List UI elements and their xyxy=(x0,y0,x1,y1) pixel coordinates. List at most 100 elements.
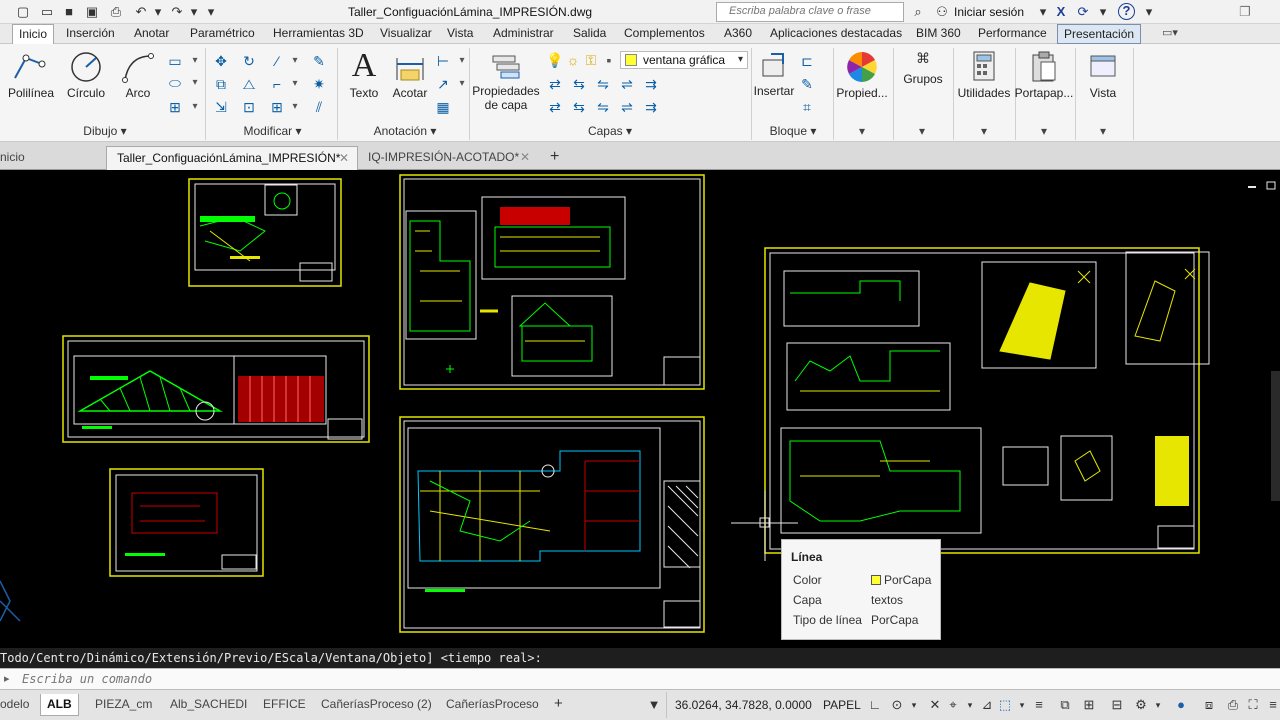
close-tab-icon[interactable]: ✕ xyxy=(339,147,349,169)
layout-tab-effice[interactable]: EFFICE xyxy=(257,694,312,716)
polilinea-button[interactable]: Polilínea xyxy=(6,50,56,100)
connect-dropdown-icon[interactable]: ▾ xyxy=(1094,3,1112,21)
restore-window-icon[interactable]: ❐ xyxy=(1236,3,1254,21)
utilidades-button[interactable]: Utilidades xyxy=(955,50,1013,100)
insertar-button[interactable]: Insertar xyxy=(752,50,796,98)
array-icon[interactable]: ⊞ xyxy=(268,98,286,116)
tab-salida[interactable]: Salida xyxy=(571,24,608,44)
layer-merge-icon[interactable]: ⇌ xyxy=(618,98,636,116)
array-dropdown-icon[interactable]: ▾ xyxy=(286,98,304,116)
linear-dimension-icon[interactable]: ⊢ xyxy=(434,52,452,70)
sheet-1[interactable] xyxy=(188,178,342,287)
grupos-panel-dropdown-icon[interactable]: ▾ xyxy=(916,124,928,138)
viewport-maximize-icon[interactable] xyxy=(1266,181,1276,190)
grupos-button[interactable]: ⌘ Grupos xyxy=(896,50,950,86)
tab-vista[interactable]: Vista xyxy=(445,24,475,44)
ribbon-minimize-icon[interactable]: ▭▾ xyxy=(1160,24,1190,44)
redo-dropdown-icon[interactable]: ▾ xyxy=(185,3,203,21)
offset-icon[interactable]: ⫽ xyxy=(310,98,328,116)
exchange-apps-icon[interactable]: X xyxy=(1052,3,1070,21)
transparency-icon[interactable]: ≡ xyxy=(1030,696,1048,714)
layout-tabs-menu-icon[interactable]: ▼ xyxy=(645,696,663,714)
tab-visualizar[interactable]: Visualizar xyxy=(378,24,434,44)
layout-tab-alb[interactable]: ALB xyxy=(40,694,79,716)
tab-inicio[interactable]: Inicio xyxy=(12,24,55,44)
tab-bim-360[interactable]: BIM 360 xyxy=(914,24,963,44)
sheet-2[interactable] xyxy=(399,174,705,390)
clean-screen-icon[interactable]: ⛶ xyxy=(1244,696,1262,714)
anotacion-panel-title[interactable]: Anotación ▾ xyxy=(345,124,465,138)
gradient-icon[interactable]: ⊞ xyxy=(166,98,184,116)
table-icon[interactable]: ▦ xyxy=(434,98,452,116)
tab-a360[interactable]: A360 xyxy=(722,24,754,44)
portapapeles-panel-dropdown-icon[interactable]: ▾ xyxy=(1038,124,1050,138)
layer-walk-icon[interactable]: ⇉ xyxy=(642,75,660,93)
close-tab-icon[interactable]: ✕ xyxy=(520,146,530,168)
propiedades-de-capa-button[interactable]: Propiedades de capa xyxy=(472,50,540,112)
coordinates-readout[interactable]: 36.0264, 34.7828, 0.0000 xyxy=(675,698,812,712)
command-input-area[interactable]: Escriba un comando ▸ xyxy=(0,668,1280,689)
tab-presentacion[interactable]: Presentación xyxy=(1057,24,1142,44)
rectangle-dropdown-icon[interactable]: ▾ xyxy=(186,52,204,70)
tab-performance[interactable]: Performance xyxy=(976,24,1049,44)
isolate-objects-icon[interactable]: ⧈ xyxy=(1200,696,1218,714)
stretch-icon[interactable]: ⇲ xyxy=(212,98,230,116)
fillet-icon[interactable]: ⌐ xyxy=(268,75,286,93)
help-dropdown-icon[interactable]: ▾ xyxy=(1140,3,1158,21)
vista-button[interactable]: Vista xyxy=(1080,50,1126,100)
vista-panel-dropdown-icon[interactable]: ▾ xyxy=(1097,124,1109,138)
plot-icon[interactable]: ⎙ xyxy=(1224,696,1242,714)
tab-parametrico[interactable]: Paramétrico xyxy=(188,24,257,44)
selection-cycling-icon[interactable]: ⧉ xyxy=(1056,696,1074,714)
command-input[interactable]: Escriba un comando xyxy=(22,672,152,686)
save-as-icon[interactable]: ▣ xyxy=(83,3,101,21)
hatch-dropdown-icon[interactable]: ▾ xyxy=(186,74,204,92)
vertical-scrollbar[interactable] xyxy=(1271,371,1280,501)
quick-access-menu-icon[interactable]: ▾ xyxy=(202,3,220,21)
new-file-icon[interactable]: ▢ xyxy=(14,3,32,21)
tab-aplicaciones-destacadas[interactable]: Aplicaciones destacadas xyxy=(768,24,904,44)
workspace-gear-icon[interactable]: ⚙ xyxy=(1132,696,1150,714)
layer-unisolate-icon[interactable]: ⇆ xyxy=(570,75,588,93)
gradient-dropdown-icon[interactable]: ▾ xyxy=(186,98,204,116)
file-tab-iq-impresion[interactable]: IQ-IMPRESIÓN-ACOTADO* ✕ xyxy=(358,146,538,170)
mirror-icon[interactable]: ⧍ xyxy=(240,75,258,93)
object-snap-tracking-icon[interactable]: ✕ xyxy=(926,696,944,714)
search-box[interactable] xyxy=(716,2,904,22)
trim-icon[interactable]: ⁄ xyxy=(268,52,286,70)
copy-icon[interactable]: ⧉ xyxy=(212,75,230,93)
edit-block-icon[interactable]: ✎ xyxy=(798,75,816,93)
erase-icon[interactable]: ✎ xyxy=(310,52,328,70)
layer-plot-icon[interactable]: ▪ xyxy=(600,51,618,69)
save-icon[interactable]: ■ xyxy=(60,3,78,21)
propiedades-panel-dropdown-icon[interactable]: ▾ xyxy=(856,124,868,138)
viewport-minimize-icon[interactable] xyxy=(1248,186,1256,188)
print-icon[interactable]: ⎙ xyxy=(107,3,125,21)
layer-dropdown[interactable]: ventana gráfica ▾ xyxy=(620,51,748,69)
ucs-dropdown-icon[interactable]: ▾ xyxy=(1013,696,1031,714)
file-tab-inicio[interactable]: nicio xyxy=(0,146,35,170)
trim-dropdown-icon[interactable]: ▾ xyxy=(286,52,304,70)
osnap-icon[interactable]: ⌖ xyxy=(944,696,962,714)
add-layout-icon[interactable]: + xyxy=(548,694,569,716)
polar-dropdown-icon[interactable]: ▾ xyxy=(905,696,923,714)
layer-delete-icon[interactable]: ⇉ xyxy=(642,98,660,116)
layout-tab-pieza[interactable]: PIEZA_cm xyxy=(89,694,158,716)
layer-off-icon[interactable]: ⇄ xyxy=(546,98,564,116)
lineweight-icon[interactable]: ⊿ xyxy=(978,696,996,714)
portapapeles-button[interactable]: Portapap... xyxy=(1014,50,1074,100)
hardware-acceleration-icon[interactable]: ● xyxy=(1172,696,1190,714)
modificar-panel-title[interactable]: Modificar ▾ xyxy=(215,124,330,138)
osnap-dropdown-icon[interactable]: ▾ xyxy=(961,696,979,714)
viewport-scale-icon[interactable]: ⊟ xyxy=(1108,696,1126,714)
redo-icon[interactable]: ↷ xyxy=(168,3,186,21)
sign-in-link[interactable]: Iniciar sesión xyxy=(954,5,1024,19)
capas-panel-title[interactable]: Capas ▾ xyxy=(550,124,670,138)
dynamic-ucs-icon[interactable]: ⬚ xyxy=(996,696,1014,714)
layout-tab-modelo[interactable]: odelo xyxy=(0,694,35,716)
drawing-viewport[interactable] xyxy=(0,171,1280,636)
paper-space-toggle[interactable]: PAPEL xyxy=(823,698,861,712)
tab-complementos[interactable]: Complementos xyxy=(622,24,707,44)
scale-icon[interactable]: ⊡ xyxy=(240,98,258,116)
attribute-icon[interactable]: ⌗ xyxy=(798,98,816,116)
